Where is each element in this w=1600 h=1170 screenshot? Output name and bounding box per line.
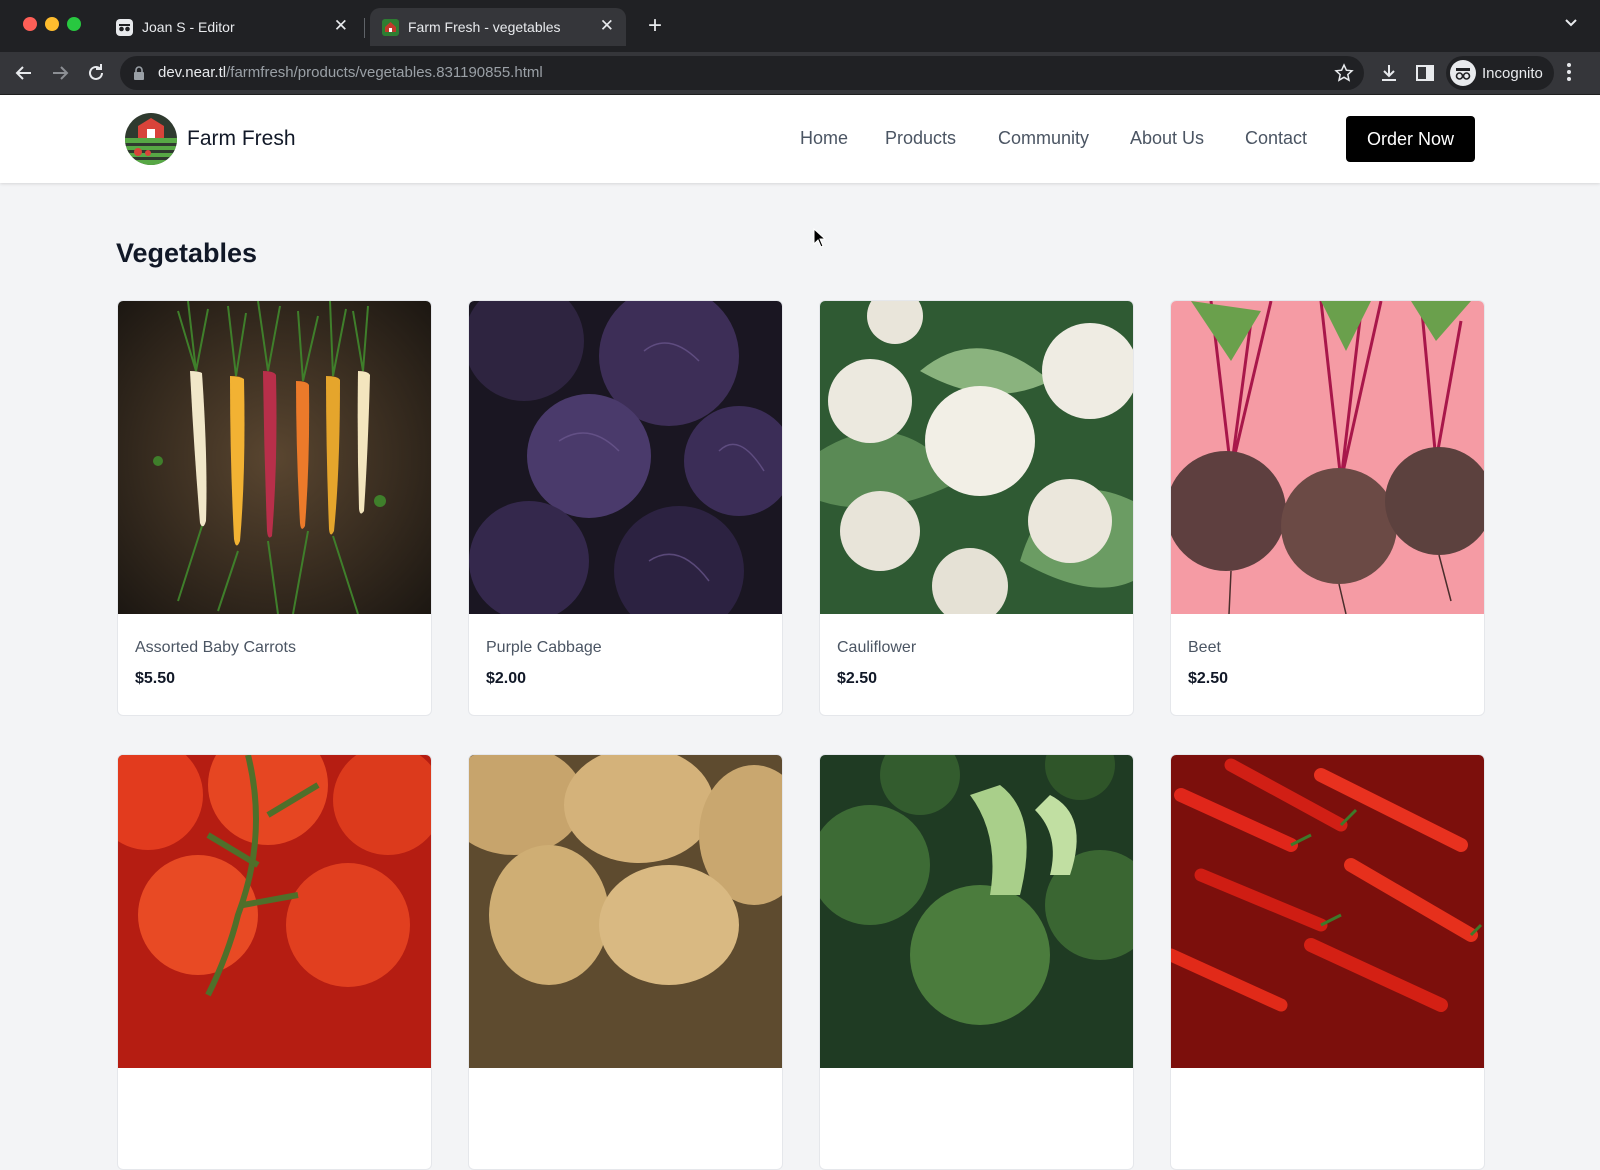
more-options-icon[interactable] — [1566, 62, 1572, 87]
product-price: $2.50 — [1188, 670, 1229, 687]
bookmark-star-icon[interactable] — [1334, 63, 1354, 88]
reload-icon[interactable] — [84, 61, 108, 85]
nav-community[interactable]: Community — [998, 128, 1089, 149]
product-price: $2.00 — [486, 670, 527, 687]
incognito-profile-button[interactable]: Incognito — [1446, 56, 1554, 90]
browser-tab-bar: Joan S - Editor ✕ Farm Fresh - vegetable… — [0, 0, 1600, 52]
tab-title: Joan S - Editor — [142, 19, 235, 35]
incognito-icon — [1450, 60, 1476, 86]
product-name[interactable]: Assorted Baby Carrots — [135, 639, 296, 657]
download-icon[interactable] — [1378, 62, 1400, 84]
nav-contact[interactable]: Contact — [1245, 128, 1307, 149]
potatoes-image[interactable] — [469, 755, 782, 1068]
new-tab-button[interactable]: + — [648, 12, 662, 40]
browser-toolbar: dev.near.tl/farmfresh/products/vegetable… — [0, 52, 1600, 95]
order-now-button[interactable]: Order Now — [1346, 116, 1475, 162]
farm-favicon-icon — [382, 19, 399, 36]
cauliflower-image[interactable] — [820, 301, 1133, 614]
close-tab-icon[interactable]: ✕ — [334, 17, 348, 35]
minimize-window-button[interactable] — [45, 17, 59, 31]
tab-title: Farm Fresh - vegetables — [408, 19, 561, 35]
close-window-button[interactable] — [23, 17, 37, 31]
product-card[interactable]: Cauliflower $2.50 — [819, 300, 1134, 716]
close-tab-icon[interactable]: ✕ — [600, 17, 614, 35]
beet-image[interactable] — [1171, 301, 1484, 614]
url-text: dev.near.tl/farmfresh/products/vegetable… — [158, 64, 543, 81]
broccoli-image[interactable] — [820, 755, 1133, 1068]
browser-tab-farm-fresh[interactable]: Farm Fresh - vegetables ✕ — [370, 8, 626, 46]
nav-products[interactable]: Products — [885, 128, 956, 149]
side-panel-icon[interactable] — [1414, 62, 1436, 84]
product-card[interactable]: Assorted Baby Carrots $5.50 — [117, 300, 432, 716]
page-title: Vegetables — [116, 238, 258, 268]
tab-search-chevron-icon[interactable] — [1564, 16, 1578, 35]
address-bar[interactable]: dev.near.tl/farmfresh/products/vegetable… — [120, 56, 1364, 90]
browser-tab-editor[interactable]: Joan S - Editor ✕ — [104, 8, 360, 46]
carrots-image[interactable] — [118, 301, 431, 614]
nav-about-us[interactable]: About Us — [1130, 128, 1204, 149]
back-arrow-icon[interactable] — [12, 61, 36, 85]
maximize-window-button[interactable] — [67, 17, 81, 31]
site-header: Farm Fresh Home Products Community About… — [0, 95, 1600, 183]
product-name[interactable]: Beet — [1188, 639, 1221, 657]
chili-peppers-image[interactable] — [1171, 755, 1484, 1068]
product-card[interactable] — [819, 754, 1134, 1170]
product-price: $5.50 — [135, 670, 176, 687]
nav-home[interactable]: Home — [800, 128, 848, 149]
brand-name[interactable]: Farm Fresh — [187, 127, 296, 151]
tomatoes-image[interactable] — [118, 755, 431, 1068]
profile-label: Incognito — [1482, 65, 1543, 82]
product-name[interactable]: Purple Cabbage — [486, 639, 602, 657]
mouse-cursor-icon — [813, 227, 827, 253]
product-price: $2.50 — [837, 670, 878, 687]
tab-separator — [364, 18, 365, 38]
product-card[interactable]: Beet $2.50 — [1170, 300, 1485, 716]
product-card[interactable] — [117, 754, 432, 1170]
purple-cabbage-image[interactable] — [469, 301, 782, 614]
product-card[interactable] — [468, 754, 783, 1170]
incognito-favicon-icon — [116, 19, 133, 36]
farm-logo-icon[interactable] — [124, 112, 178, 166]
forward-arrow-icon[interactable] — [48, 61, 72, 85]
product-name[interactable]: Cauliflower — [837, 639, 916, 657]
product-card[interactable] — [1170, 754, 1485, 1170]
lock-icon[interactable] — [132, 65, 146, 86]
product-card[interactable]: Purple Cabbage $2.00 — [468, 300, 783, 716]
